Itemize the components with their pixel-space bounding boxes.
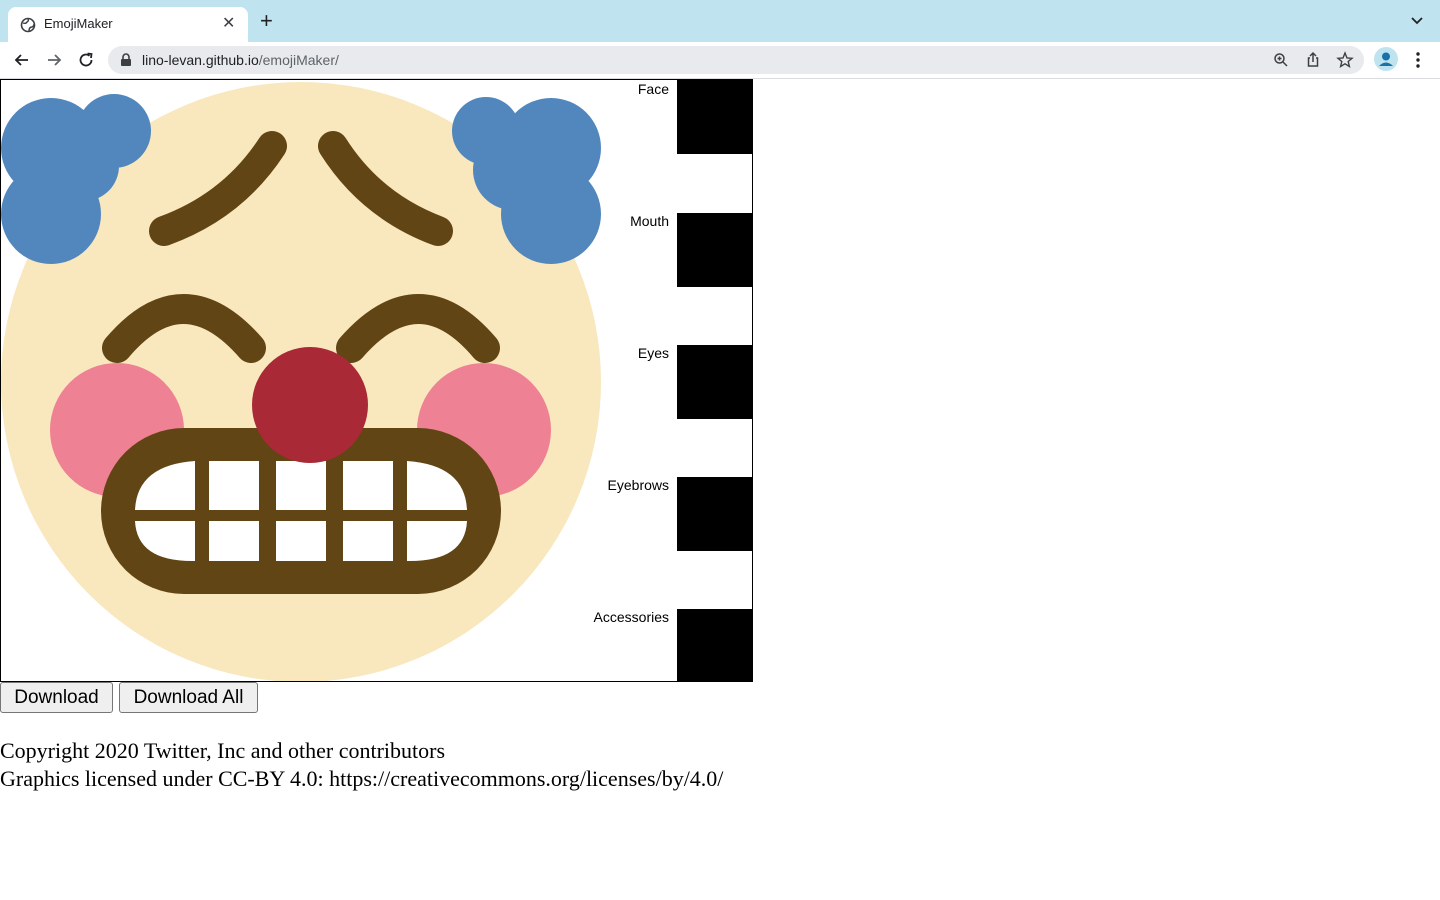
url-host: lino-levan.github.io	[142, 52, 259, 68]
person-icon	[1379, 52, 1393, 66]
browser-tab-bar: EmojiMaker ✕ +	[0, 0, 1440, 42]
zoom-icon[interactable]	[1272, 51, 1290, 69]
reload-icon[interactable]	[76, 50, 96, 70]
license-line: Graphics licensed under CC-BY 4.0: https…	[0, 766, 724, 791]
star-icon[interactable]	[1336, 51, 1354, 69]
url-path: /emojiMaker/	[258, 52, 339, 68]
profile-avatar[interactable]	[1374, 47, 1398, 71]
globe-icon	[20, 17, 36, 33]
close-tab-icon[interactable]: ✕	[222, 15, 235, 33]
part-label-face: Face	[637, 81, 669, 97]
part-label-eyes: Eyes	[637, 345, 669, 361]
clown-nose	[252, 347, 368, 463]
lock-icon[interactable]	[120, 53, 132, 67]
share-icon[interactable]	[1304, 51, 1322, 69]
chevron-down-icon[interactable]	[1408, 12, 1426, 30]
part-label-accessories: Accessories	[593, 609, 669, 625]
kebab-menu-icon[interactable]	[1410, 50, 1426, 70]
copyright-line: Copyright 2020 Twitter, Inc and other co…	[0, 738, 446, 763]
new-tab-icon[interactable]: +	[260, 10, 273, 32]
url-text: lino-levan.github.io/emojiMaker/	[142, 52, 339, 68]
part-selector-eyes[interactable]	[677, 345, 752, 419]
emoji-preview	[1, 82, 601, 681]
tab-title: EmojiMaker	[44, 16, 113, 31]
browser-tab[interactable]: EmojiMaker ✕	[8, 7, 248, 42]
browser-toolbar: lino-levan.github.io/emojiMaker/	[0, 42, 1440, 79]
part-selector-accessories[interactable]	[677, 609, 752, 681]
arrow-left-icon[interactable]	[12, 50, 32, 70]
part-label-eyebrows: Eyebrows	[607, 477, 669, 493]
part-selector-face[interactable]	[677, 80, 752, 154]
part-label-mouth: Mouth	[630, 213, 669, 229]
arrow-right-icon[interactable]	[44, 50, 64, 70]
download-all-button[interactable]: Download All	[119, 682, 258, 713]
emoji-canvas[interactable]: Face Mouth Eyes Eyebrows Accessories	[0, 79, 753, 682]
download-button[interactable]: Download	[0, 682, 113, 713]
part-selector-eyebrows[interactable]	[677, 477, 752, 551]
address-bar[interactable]: lino-levan.github.io/emojiMaker/	[108, 46, 1364, 74]
part-selector-mouth[interactable]	[677, 213, 752, 287]
license-text: Copyright 2020 Twitter, Inc and other co…	[0, 737, 723, 793]
